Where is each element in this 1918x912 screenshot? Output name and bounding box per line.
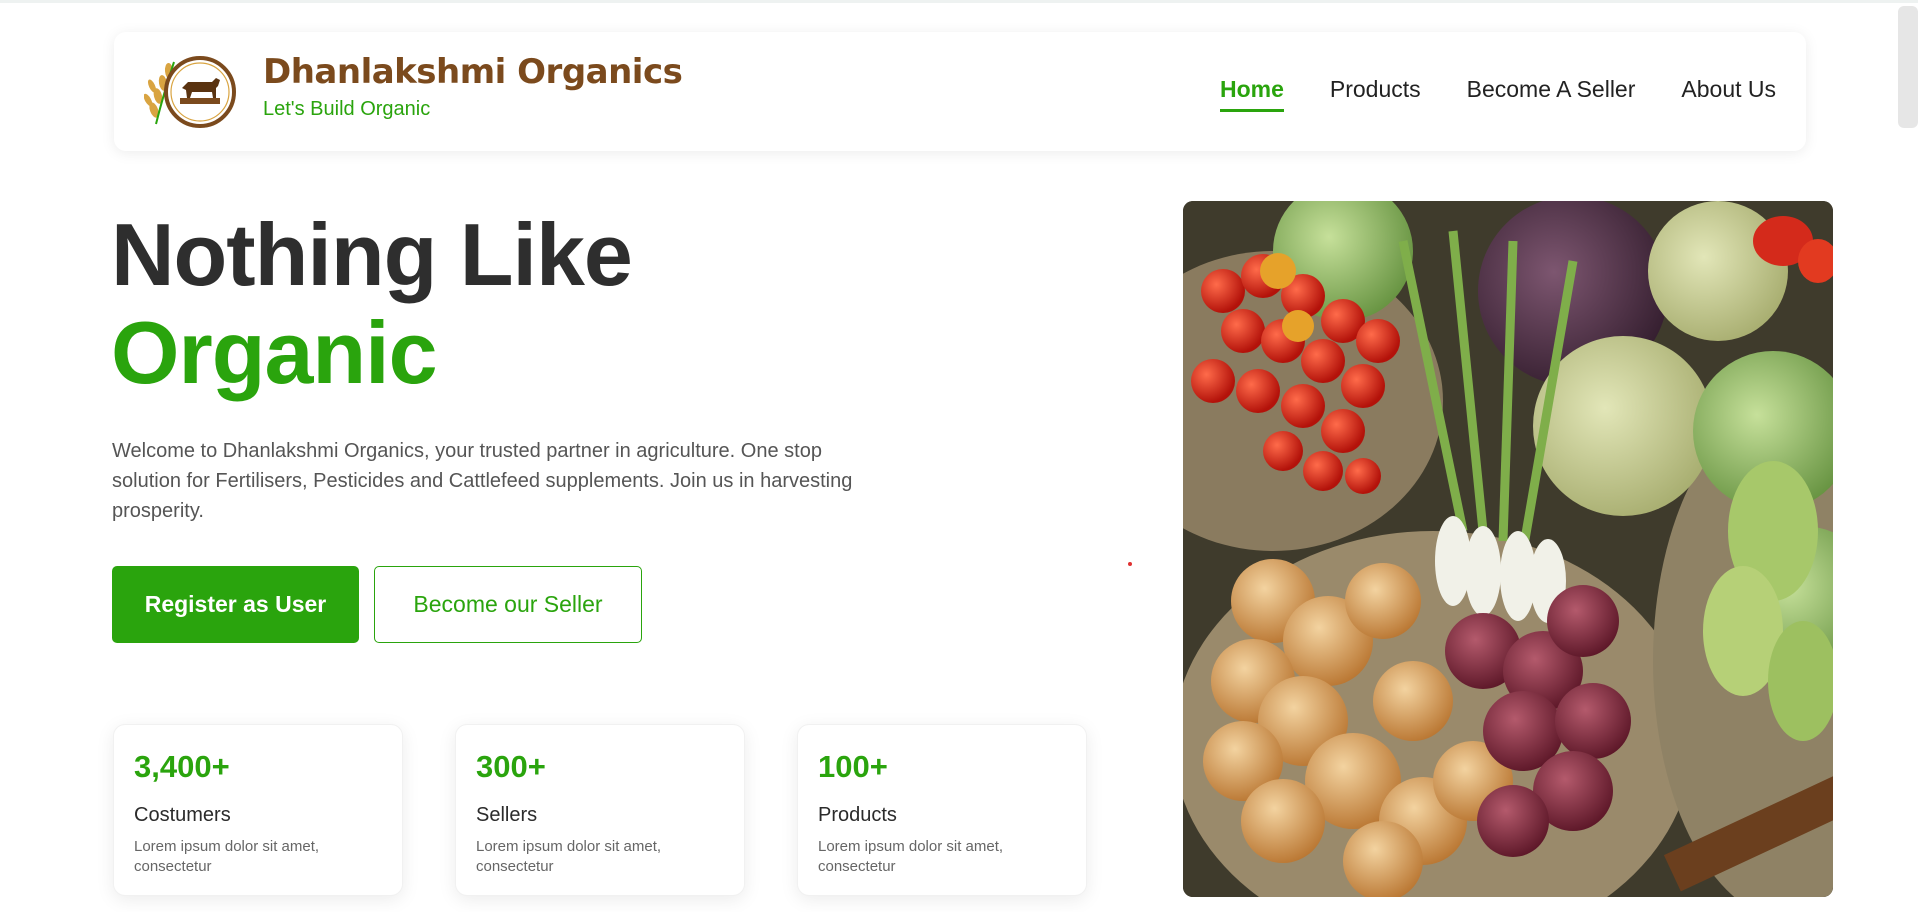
- hero-title-line1: Nothing Like: [111, 205, 633, 304]
- stat-value: 3,400+: [134, 749, 230, 784]
- nav-item-products[interactable]: Products: [1330, 76, 1421, 112]
- register-user-button[interactable]: Register as User: [112, 566, 359, 643]
- main-nav: Home Products Become A Seller About Us: [1219, 76, 1776, 112]
- stat-description: Lorem ipsum dolor sit amet, consectetur: [134, 838, 320, 875]
- brand-tagline: Let's Build Organic: [263, 98, 431, 120]
- stat-label: Costumers: [134, 804, 231, 826]
- stat-label: Sellers: [476, 804, 538, 826]
- stat-description: Lorem ipsum dolor sit amet, consectetur: [818, 838, 1004, 875]
- become-seller-button[interactable]: Become our Seller: [374, 566, 642, 643]
- site-header: Dhanlakshmi Organics Let's Build Organic…: [114, 32, 1806, 151]
- stat-card-products: 100+ Products Lorem ipsum dolor sit amet…: [797, 724, 1087, 896]
- top-border: [0, 0, 1918, 3]
- cursor-dot: [1128, 562, 1132, 566]
- vegetables-baskets-photo: [1183, 201, 1833, 897]
- nav-item-become-seller[interactable]: Become A Seller: [1467, 76, 1636, 112]
- hero-title-line2: Organic: [111, 303, 438, 402]
- stat-card-customers: 3,400+ Costumers Lorem ipsum dolor sit a…: [113, 724, 403, 896]
- stat-label: Products: [818, 804, 897, 826]
- brand-name[interactable]: Dhanlakshmi Organics: [263, 52, 683, 92]
- stat-card-sellers: 300+ Sellers Lorem ipsum dolor sit amet,…: [455, 724, 745, 896]
- page-scrollbar[interactable]: [1898, 6, 1918, 128]
- nav-item-home[interactable]: Home: [1219, 76, 1284, 112]
- brand-logo[interactable]: [143, 52, 242, 130]
- stat-value: 300+: [476, 749, 546, 784]
- hero-intro: Welcome to Dhanlakshmi Organics, your tr…: [112, 440, 853, 522]
- nav-item-about-us[interactable]: About Us: [1681, 76, 1776, 112]
- stat-value: 100+: [818, 749, 888, 784]
- stat-description: Lorem ipsum dolor sit amet, consectetur: [476, 838, 662, 875]
